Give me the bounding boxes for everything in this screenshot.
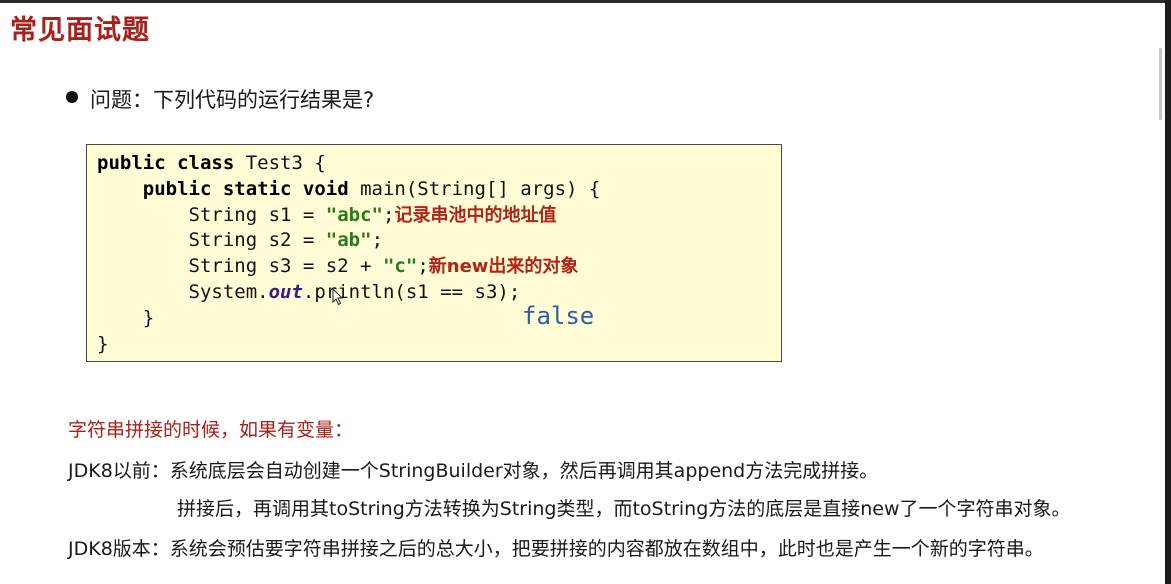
code-line-2: public static void main(String[] args) { [97,177,601,203]
note-jdk8-before: JDK8以前：系统底层会自动创建一个StringBuilder对象，然后再调用其… [68,460,879,482]
code-text: String s1 = [188,203,326,226]
code-text: main(String[] args) { [348,177,601,200]
code-annotation: 记录串池中的地址值 [394,204,557,226]
code-text: ; [383,203,395,226]
code-annotation: 新new出来的对象 [428,256,579,278]
code-text: ; [417,255,429,278]
scrollbar-thumb[interactable] [1159,48,1162,120]
code-text: String s3 = s2 + [188,255,383,278]
code-line-5: String s3 = s2 + "c";新new出来的对象 [97,254,600,280]
code-text: ; [371,229,384,252]
code-keyword: public class [97,152,235,174]
slide-title: 常见面试题 [10,15,150,46]
code-line-3: String s1 = "abc";记录串池中的地址值 [97,203,600,229]
code-string: "c" [382,255,418,278]
code-line-1: public class Test3 { [97,151,600,177]
window-edge [1165,0,1171,584]
code-text: String s2 = [188,229,326,252]
result-annotation: false [522,302,595,330]
note-jdk8-version: JDK8版本：系统会预估要字符串拼接之后的总大小，把要拼接的内容都放在数组中，此… [68,538,1044,560]
top-border [0,0,1171,3]
code-line-4: String s2 = "ab"; [97,228,600,254]
bullet-dot-icon [66,91,78,103]
code-line-8: } [97,332,600,358]
code-string: "abc" [325,203,383,226]
code-text: } [97,332,109,355]
question-text: 问题：下列代码的运行结果是? [90,88,375,112]
code-string: "ab" [325,229,372,252]
code-text: System. [188,280,269,303]
code-keyword: public static void [142,177,349,200]
code-field: out [268,280,303,303]
mouse-cursor-icon [332,288,344,306]
code-text: } [142,306,155,329]
section-heading: 字符串拼接的时候，如果有变量： [68,419,354,441]
note-jdk8-before-detail: 拼接后，再调用其toString方法转换为String类型，而toString方… [177,498,1071,520]
code-text: Test3 { [234,152,326,174]
